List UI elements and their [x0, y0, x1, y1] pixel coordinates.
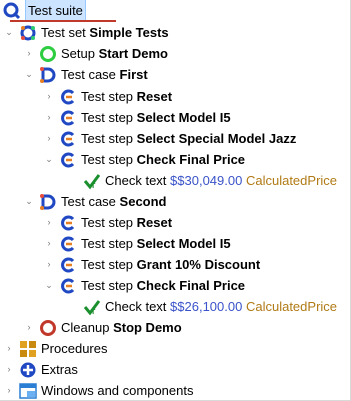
windows-label: Windows and components — [41, 383, 194, 398]
check-text-prefix: Check text — [105, 173, 167, 188]
test-suite-label: Test suite — [25, 0, 86, 22]
tree-node-check-text[interactable]: T Check text $$30,049.00 CalculatedPrice — [83, 170, 337, 191]
chevron-right-icon[interactable]: › — [43, 254, 55, 275]
extras-label: Extras — [41, 362, 78, 377]
tree-node-test-step[interactable]: ⌄ Test step Check Final Price — [43, 149, 245, 170]
tree-node-test-step[interactable]: › Test step Reset — [43, 212, 173, 233]
tree-node-cleanup[interactable]: › Cleanup Stop Demo — [23, 317, 182, 338]
tree-node-test-case-first[interactable]: ⌄ Test case First — [23, 64, 148, 85]
test-step-icon — [59, 88, 77, 106]
tree-node-test-step[interactable]: › Test step Select Model I5 — [43, 107, 231, 128]
test-step-icon — [59, 130, 77, 148]
test-suite-tree: Test suite ⌄ Test set Simple Tests › Set… — [0, 0, 351, 401]
test-step-icon — [59, 277, 77, 295]
test-set-name: Simple Tests — [89, 25, 169, 40]
procedures-label: Procedures — [41, 341, 108, 356]
tree-node-test-step[interactable]: › Test step Select Special Model Jazz — [43, 128, 297, 149]
test-step-name: Select Model I5 — [136, 236, 231, 251]
test-step-name: Reset — [136, 215, 173, 230]
chevron-right-icon[interactable]: › — [3, 380, 15, 401]
test-case-name: First — [119, 67, 148, 82]
check-text-value: $$30,049.00 — [170, 173, 243, 188]
svg-text:T: T — [91, 309, 96, 316]
test-case-prefix: Test case — [61, 194, 116, 209]
test-step-name: Check Final Price — [136, 152, 246, 167]
chevron-right-icon[interactable]: › — [43, 233, 55, 254]
tree-node-procedures[interactable]: › Procedures — [3, 338, 107, 359]
test-set-prefix: Test set — [41, 25, 86, 40]
test-step-icon — [59, 151, 77, 169]
tree-node-test-step[interactable]: › Test step Reset — [43, 86, 173, 107]
test-step-name: Grant 10% Discount — [136, 257, 261, 272]
setup-icon — [39, 45, 57, 63]
chevron-down-icon[interactable]: ⌄ — [43, 149, 55, 170]
test-step-prefix: Test step — [81, 257, 134, 272]
test-case-icon — [39, 193, 57, 211]
tree-node-extras[interactable]: › Extras — [3, 359, 78, 380]
tree-node-test-case-second[interactable]: ⌄ Test case Second — [23, 191, 167, 212]
chevron-right-icon[interactable]: › — [43, 86, 55, 107]
test-case-prefix: Test case — [61, 67, 116, 82]
test-step-name: Check Final Price — [136, 278, 246, 293]
windows-icon — [19, 382, 37, 400]
chevron-right-icon[interactable]: › — [43, 128, 55, 149]
test-step-prefix: Test step — [81, 89, 134, 104]
test-case-name: Second — [119, 194, 167, 209]
setup-prefix: Setup — [61, 46, 95, 61]
chevron-down-icon[interactable]: ⌄ — [23, 191, 35, 212]
chevron-right-icon[interactable]: › — [3, 338, 15, 359]
cleanup-name: Stop Demo — [113, 320, 182, 335]
chevron-right-icon[interactable]: › — [23, 43, 35, 64]
tree-node-test-step[interactable]: ⌄ Test step Check Final Price — [43, 275, 245, 296]
test-step-icon — [59, 214, 77, 232]
cleanup-prefix: Cleanup — [61, 320, 110, 335]
tree-node-test-suite[interactable]: Test suite — [3, 0, 86, 22]
test-step-prefix: Test step — [81, 110, 134, 125]
tree-node-test-step[interactable]: › Test step Select Model I5 — [43, 233, 231, 254]
check-text-prefix: Check text — [105, 299, 167, 314]
chevron-right-icon[interactable]: › — [43, 107, 55, 128]
svg-text:T: T — [91, 183, 96, 190]
test-step-prefix: Test step — [81, 215, 134, 230]
test-step-icon — [59, 109, 77, 127]
test-step-prefix: Test step — [81, 278, 134, 293]
test-step-prefix: Test step — [81, 152, 134, 167]
test-case-icon — [39, 66, 57, 84]
test-step-name: Select Model I5 — [136, 110, 231, 125]
chevron-right-icon[interactable]: › — [23, 317, 35, 338]
chevron-down-icon[interactable]: ⌄ — [23, 64, 35, 85]
check-text-variable: CalculatedPrice — [245, 299, 338, 314]
setup-name: Start Demo — [98, 46, 168, 61]
chevron-right-icon[interactable]: › — [3, 359, 15, 380]
cleanup-icon — [39, 319, 57, 337]
chevron-right-icon[interactable]: › — [43, 212, 55, 233]
test-suite-icon — [3, 2, 21, 20]
check-text-variable: CalculatedPrice — [245, 173, 338, 188]
check-text-icon: T — [83, 298, 101, 316]
tree-node-test-set[interactable]: ⌄ Test set Simple Tests — [3, 22, 169, 43]
procedures-icon — [19, 340, 37, 358]
test-step-icon — [59, 235, 77, 253]
chevron-down-icon[interactable]: ⌄ — [3, 22, 15, 43]
test-step-prefix: Test step — [81, 131, 134, 146]
test-step-name: Reset — [136, 89, 173, 104]
chevron-down-icon[interactable]: ⌄ — [43, 275, 55, 296]
tree-node-test-step[interactable]: › Test step Grant 10% Discount — [43, 254, 261, 275]
test-step-icon — [59, 256, 77, 274]
test-step-name: Select Special Model Jazz — [136, 131, 297, 146]
extras-icon — [19, 361, 37, 379]
check-text-value: $$26,100.00 — [170, 299, 243, 314]
tree-node-windows-and-components[interactable]: › Windows and components — [3, 380, 193, 401]
check-text-icon: T — [83, 172, 101, 190]
tree-node-setup[interactable]: › Setup Start Demo — [23, 43, 168, 64]
test-set-icon — [19, 24, 37, 42]
tree-node-check-text[interactable]: T Check text $$26,100.00 CalculatedPrice — [83, 296, 337, 317]
test-step-prefix: Test step — [81, 236, 134, 251]
